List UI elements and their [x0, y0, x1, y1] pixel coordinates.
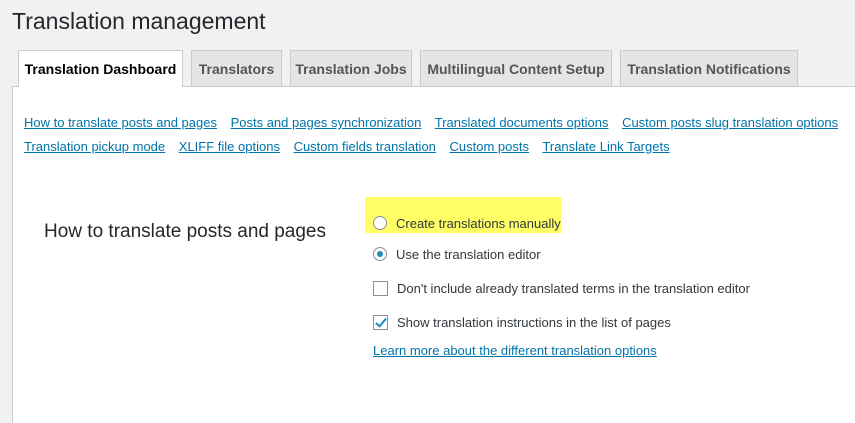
option-label: Create translations manually — [396, 215, 561, 231]
option-label: Don't include already translated terms i… — [397, 280, 750, 296]
link-translate-link-targets[interactable]: Translate Link Targets — [542, 139, 669, 154]
tab-translators[interactable]: Translators — [191, 50, 282, 86]
option-show-translation-instructions[interactable]: Show translation instructions in the lis… — [373, 311, 671, 333]
tab-multilingual-content-setup[interactable]: Multilingual Content Setup — [420, 50, 612, 86]
link-posts-pages-sync[interactable]: Posts and pages synchronization — [231, 115, 422, 130]
link-custom-posts[interactable]: Custom posts — [450, 139, 529, 154]
section-nav-links: How to translate posts and pages Posts a… — [24, 111, 854, 159]
settings-panel: How to translate posts and pages Posts a… — [12, 86, 855, 423]
page-title: Translation management — [12, 8, 266, 34]
radio-use-translation-editor[interactable] — [373, 247, 387, 261]
link-how-to-translate[interactable]: How to translate posts and pages — [24, 115, 217, 130]
option-create-manually[interactable]: Create translations manually — [373, 212, 561, 234]
tab-bar: Translation Dashboard Translators Transl… — [18, 50, 806, 87]
tab-translation-notifications[interactable]: Translation Notifications — [620, 50, 798, 86]
tab-translation-dashboard[interactable]: Translation Dashboard — [18, 50, 183, 87]
link-translation-pickup-mode[interactable]: Translation pickup mode — [24, 139, 165, 154]
option-label: Show translation instructions in the lis… — [397, 314, 671, 330]
section-title: How to translate posts and pages — [44, 221, 327, 242]
link-translated-documents-options[interactable]: Translated documents options — [435, 115, 609, 130]
link-custom-posts-slug[interactable]: Custom posts slug translation options — [622, 115, 838, 130]
tab-translation-jobs[interactable]: Translation Jobs — [290, 50, 412, 86]
checkbox-show-translation-instructions[interactable] — [373, 314, 388, 330]
radio-create-manually[interactable] — [373, 216, 387, 230]
link-custom-fields-translation[interactable]: Custom fields translation — [294, 139, 436, 154]
checkbox-dont-include-translated-terms[interactable] — [373, 280, 388, 296]
learn-more-link[interactable]: Learn more about the different translati… — [373, 343, 657, 358]
link-xliff-file-options[interactable]: XLIFF file options — [179, 139, 280, 154]
option-dont-include-translated-terms[interactable]: Don't include already translated terms i… — [373, 277, 750, 299]
option-use-translation-editor[interactable]: Use the translation editor — [373, 243, 541, 265]
option-label: Use the translation editor — [396, 246, 541, 262]
